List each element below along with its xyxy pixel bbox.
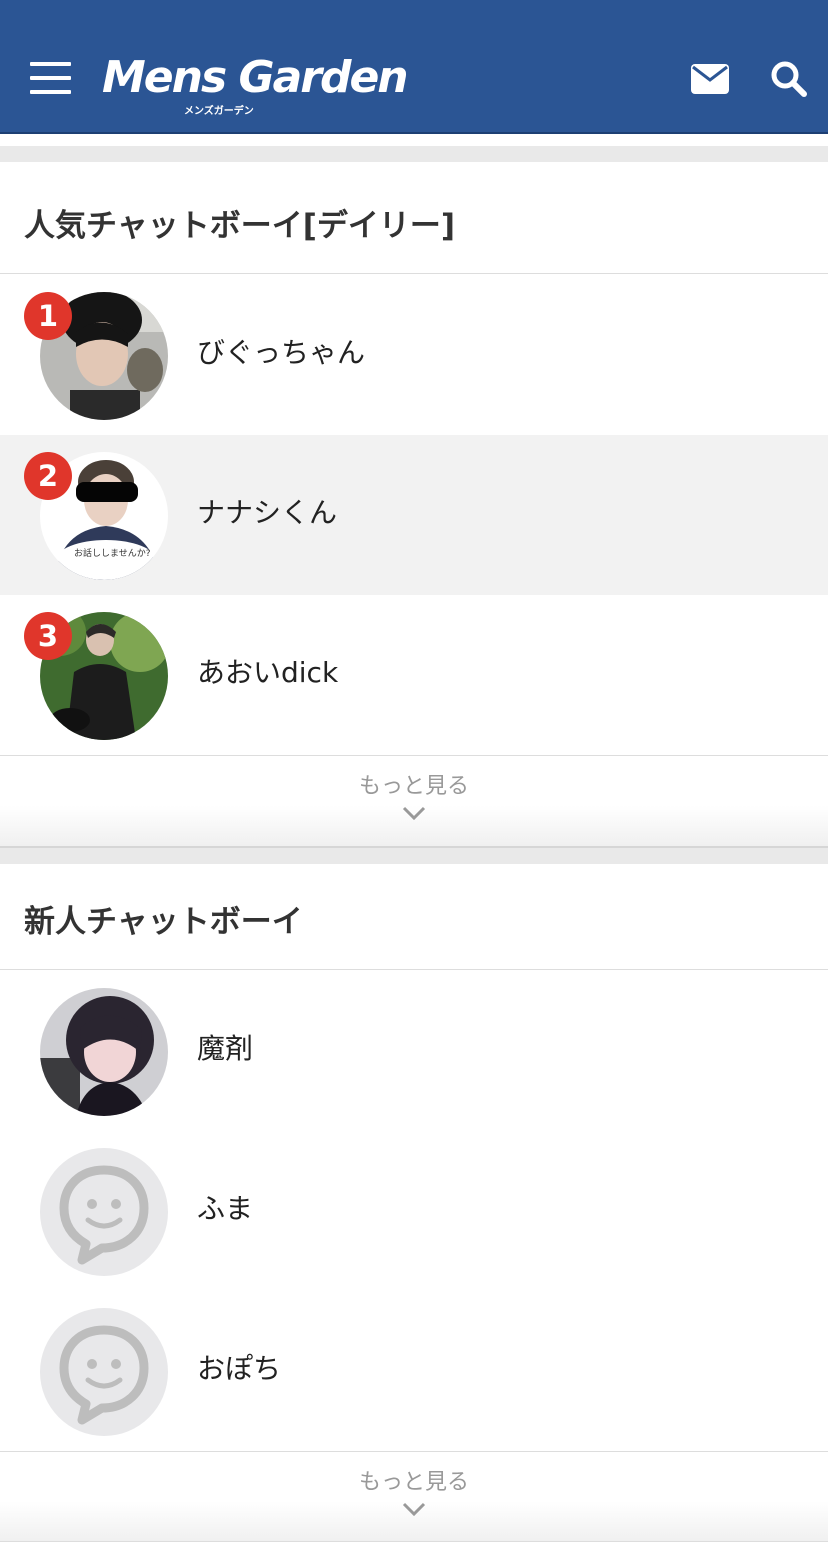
newcomer-list-item-1[interactable]: 魔剤 xyxy=(0,971,828,1131)
popular-more-button[interactable]: もっと見る xyxy=(0,756,828,846)
chevron-down-icon xyxy=(402,1502,426,1516)
chevron-down-icon xyxy=(402,806,426,820)
boy-name: ふま xyxy=(197,1192,254,1225)
more-label: もっと見る xyxy=(358,1470,469,1495)
newcomers-more-button[interactable]: もっと見る xyxy=(0,1452,828,1542)
site-logo[interactable]: Mens Garden メンズガーデン xyxy=(102,52,409,117)
boy-name: 魔剤 xyxy=(197,1032,254,1065)
popular-list-item-3[interactable]: 3 あおいdick xyxy=(0,595,828,755)
newcomer-list-item-2[interactable]: ふま xyxy=(0,1131,828,1291)
default-avatar-chat-icon xyxy=(40,1308,168,1436)
hamburger-menu-icon[interactable] xyxy=(30,62,72,96)
mail-icon[interactable] xyxy=(690,63,730,95)
newcomers-section-title: 新人チャットボーイ xyxy=(24,904,303,940)
boy-name: あおいdick xyxy=(197,656,339,689)
rank-badge: 2 xyxy=(24,452,72,500)
popular-list-item-2[interactable]: お話ししませんか? 2 ナナシくん xyxy=(0,435,828,595)
boy-name: びぐっちゃん xyxy=(197,336,366,369)
boy-name: おぽち xyxy=(197,1352,282,1385)
app-header: Mens Garden メンズガーデン xyxy=(0,0,828,134)
logo-text: Mens Garden xyxy=(102,52,409,103)
divider xyxy=(0,969,828,970)
section-separator xyxy=(0,146,828,162)
avatar xyxy=(40,988,168,1116)
avatar-caption: お話ししませんか? xyxy=(74,549,151,559)
boy-name: ナナシくん xyxy=(197,496,338,529)
rank-badge: 1 xyxy=(24,292,72,340)
section-separator xyxy=(0,846,828,864)
popular-section-title: 人気チャットボーイ[デイリー] xyxy=(24,208,456,244)
default-avatar-chat-icon xyxy=(40,1148,168,1276)
divider xyxy=(0,273,828,274)
rank-badge: 3 xyxy=(24,612,72,660)
newcomer-list-item-3[interactable]: おぽち xyxy=(0,1291,828,1451)
more-label: もっと見る xyxy=(358,774,469,799)
popular-list-item-1[interactable]: 1 びぐっちゃん xyxy=(0,275,828,435)
divider xyxy=(0,1541,828,1542)
search-icon[interactable] xyxy=(770,60,808,98)
logo-subtext: メンズガーデン xyxy=(184,106,254,117)
